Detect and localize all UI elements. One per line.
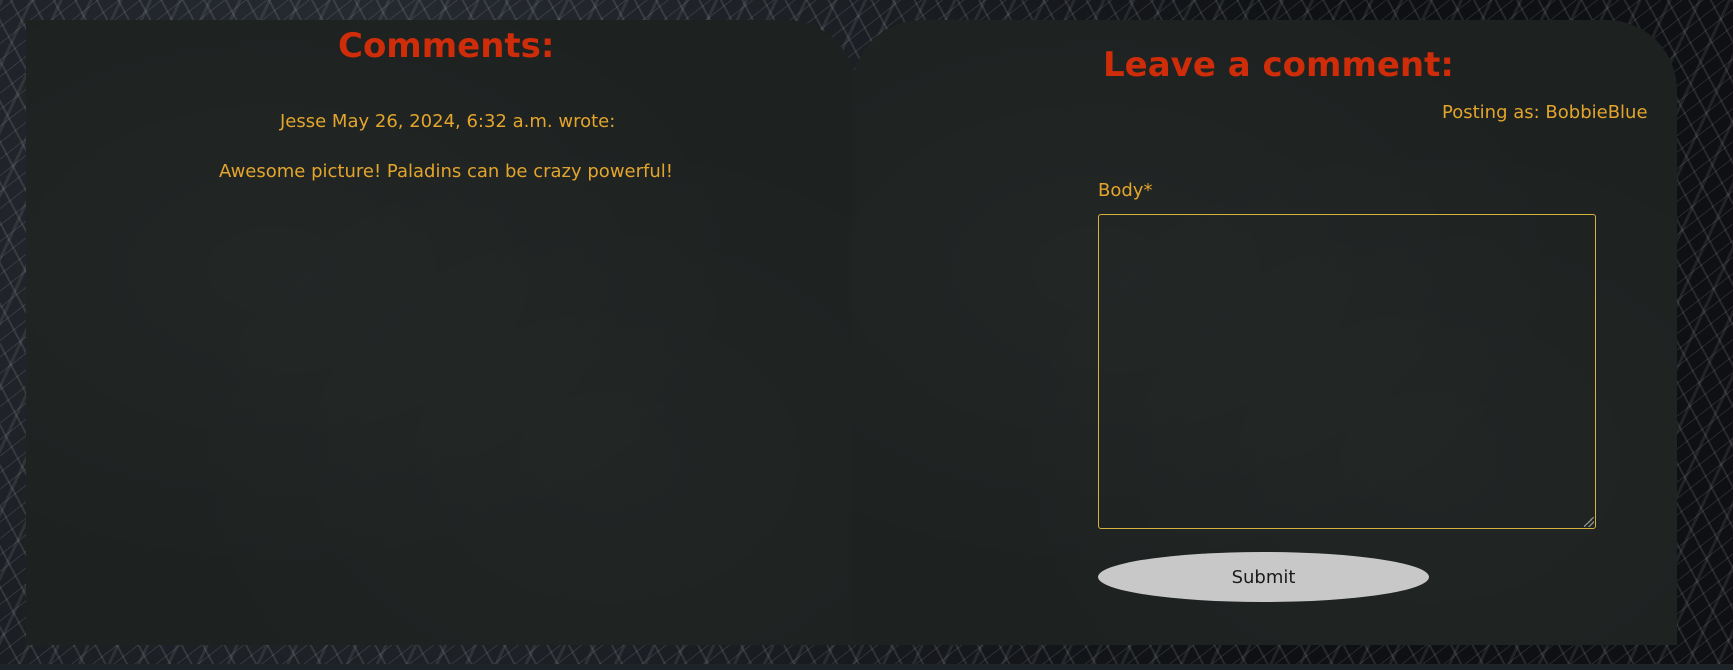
comment-body: Awesome picture! Paladins can be crazy p…: [219, 161, 673, 182]
comments-title: Comments:: [338, 26, 555, 66]
posting-as-label: Posting as: BobbieBlue: [1442, 102, 1648, 123]
body-label: Body*: [1098, 180, 1153, 201]
submit-button[interactable]: Submit: [1098, 552, 1429, 602]
page-footer-strip: [0, 664, 1733, 670]
resize-handle-icon[interactable]: [1584, 517, 1594, 527]
comment-meta: Jesse May 26, 2024, 6:32 a.m. wrote:: [280, 111, 616, 132]
leave-comment-title: Leave a comment:: [1103, 45, 1454, 85]
comment-body-textarea[interactable]: [1098, 214, 1596, 529]
